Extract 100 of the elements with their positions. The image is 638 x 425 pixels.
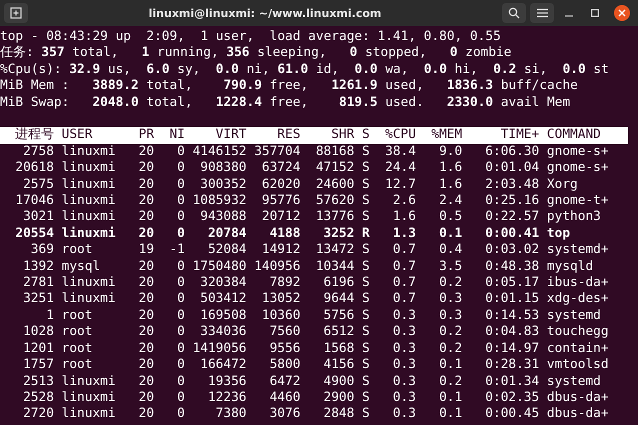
table-cell-text: 20618 xyxy=(14,160,54,177)
table-cell-text: 0 xyxy=(176,258,185,276)
table-cell-text: 0.1 xyxy=(438,406,462,423)
window-title: linuxmi@linuxmi: ~/www.linuxmi.com xyxy=(148,6,382,20)
table-cell-text: 9644 xyxy=(322,291,354,308)
table-cell-text: 20784 xyxy=(206,226,246,242)
close-button[interactable] xyxy=(614,5,630,21)
table-cell-text: 0.3 xyxy=(392,390,416,406)
table-cell-text: 0.3 xyxy=(392,324,416,341)
table-cell-text: S xyxy=(361,193,370,210)
table-cell-text: xdg-des+ xyxy=(546,291,609,308)
table-cell-text: 0:00.45 xyxy=(484,406,540,423)
table-cell-text: 0 xyxy=(176,308,185,324)
table-cell-text: 166472 xyxy=(199,357,246,374)
table-cell-text: 0:03.02 xyxy=(484,242,540,259)
maximize-icon xyxy=(591,9,599,17)
table-cell-text: systemd xyxy=(546,308,602,324)
table-cell-text: linuxmi xyxy=(60,291,117,308)
table-cell-text: touchegg xyxy=(546,324,609,341)
table-cell-text: 2575 xyxy=(22,176,54,194)
table-cell-text: 20 xyxy=(138,275,154,292)
table-cell-text: 0:28.31 xyxy=(484,357,540,374)
table-cell-text: 0:01.34 xyxy=(484,374,540,390)
table-cell-text: 3251 xyxy=(22,291,54,308)
table-cell-text: 0 xyxy=(176,340,185,358)
table-cell-text: 4900 xyxy=(322,374,354,390)
table-cell-text: R xyxy=(361,226,370,242)
column-header: %CPU xyxy=(384,127,416,144)
table-cell-text: linuxmi xyxy=(60,144,117,160)
table-cell-text: 7892 xyxy=(268,275,300,292)
table-cell-text: 52084 xyxy=(206,242,246,259)
table-cell-text: 0:48.38 xyxy=(484,258,540,276)
table-cell-text: linuxmi xyxy=(60,176,117,194)
table-cell-text: 0.3 xyxy=(392,308,416,324)
table-cell-text: 5756 xyxy=(322,308,354,324)
table-cell-text: 0.1 xyxy=(438,357,462,374)
table-cell-text: systemd+ xyxy=(546,242,609,259)
table-cell-text: gnome-s+ xyxy=(546,160,609,177)
table-cell-text: 20 xyxy=(138,324,154,341)
table-cell-text: 4146152 xyxy=(192,144,246,160)
table-cell-text: 5800 xyxy=(268,357,300,374)
table-cell-text: 0:05.17 xyxy=(484,275,540,292)
table-cell-text: root xyxy=(60,357,94,374)
table-cell-text: 6472 xyxy=(268,374,300,390)
table-cell-text: 0:04.83 xyxy=(484,324,540,341)
table-cell-text: 1 xyxy=(45,308,54,324)
table-cell-text: 0 xyxy=(176,291,185,308)
summary-line: MiB Swap: 2048.0 total, 1228.4 free, 819.5 used. 2330.0 avail Mem xyxy=(0,94,570,112)
table-cell-text: root xyxy=(60,324,94,341)
summary-line: MiB Mem : 3889.2 total, 790.9 free, 1261.9 used, 1836.3 buff/cache xyxy=(0,78,578,95)
table-cell-text: gnome-s+ xyxy=(546,144,609,160)
table-cell-text: 2848 xyxy=(322,406,354,423)
table-cell-text: S xyxy=(361,242,370,259)
table-cell-text: 13052 xyxy=(260,291,300,308)
table-cell-text: 10360 xyxy=(260,308,300,324)
table-cell-text: -1 xyxy=(168,242,185,259)
menu-button[interactable] xyxy=(530,3,554,23)
table-cell-text: 19356 xyxy=(206,374,246,390)
table-cell-text: 2720 xyxy=(22,406,54,423)
column-header: SHR xyxy=(330,127,354,144)
table-cell-text: 1750480 xyxy=(192,258,246,276)
table-cell-text: 20 xyxy=(138,160,154,177)
table-cell-text: 369 xyxy=(30,242,54,259)
table-cell-text: 0 xyxy=(176,176,185,194)
table-cell-text: vmtoolsd xyxy=(546,357,609,374)
table-cell-text: 20 xyxy=(138,291,154,308)
table-cell-text: 2:03.48 xyxy=(484,176,540,194)
table-cell-text: 1085932 xyxy=(192,193,246,210)
table-cell-text: linuxmi xyxy=(60,160,117,177)
table-cell-text: 0:25.16 xyxy=(484,193,540,210)
table-cell-text: 20554 xyxy=(14,226,54,242)
table-cell-text: 24.4 xyxy=(384,160,416,177)
table-cell-text: dbus-da+ xyxy=(546,406,609,423)
table-cell-text: 0:00.41 xyxy=(484,226,540,242)
table-cell-text: 0:02.35 xyxy=(484,390,540,406)
search-button[interactable] xyxy=(502,3,526,23)
close-icon xyxy=(618,9,626,17)
table-cell-text: python3 xyxy=(546,209,602,226)
table-cell-text: 20 xyxy=(138,226,154,242)
table-cell-text: S xyxy=(361,275,370,292)
table-cell-text: 0.3 xyxy=(392,340,416,358)
table-cell-text: 19 xyxy=(138,242,154,259)
column-header: RES xyxy=(276,127,300,144)
table-cell-text: 3252 xyxy=(322,226,354,242)
table-cell-text: 2781 xyxy=(22,275,54,292)
table-cell-text: S xyxy=(361,374,370,390)
new-tab-button[interactable] xyxy=(4,3,28,23)
column-header: %MEM xyxy=(430,127,462,144)
table-cell-text: mysql xyxy=(60,258,102,276)
table-cell-text: 4156 xyxy=(322,357,354,374)
table-cell-text: root xyxy=(60,242,94,259)
table-cell-text: 0.3 xyxy=(438,308,462,324)
table-cell-text: 0 xyxy=(176,144,185,160)
table-cell-text: 0 xyxy=(176,209,185,226)
table-cell-text: 4460 xyxy=(268,390,300,406)
table-cell-text: 20 xyxy=(138,390,154,406)
table-cell-text: 2528 xyxy=(22,390,54,406)
table-cell-text: 20 xyxy=(138,176,154,194)
search-icon xyxy=(508,7,520,19)
table-cell-text: dbus-da+ xyxy=(546,390,609,406)
